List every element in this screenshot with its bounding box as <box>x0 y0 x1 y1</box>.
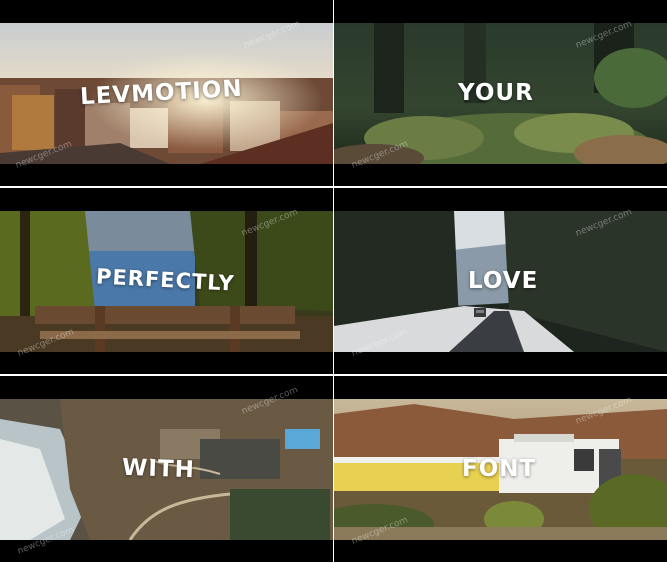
caption-love: LOVE <box>468 268 539 294</box>
caption-font: FONT <box>462 456 537 482</box>
panel-levmotion: LEVMOTION newcger.com newcger.com <box>0 0 333 186</box>
panel-love: LOVE newcger.com newcger.com <box>334 188 667 374</box>
panel-perfectly: PERFECTLY newcger.com newcger.com <box>0 188 333 374</box>
panel-with: WITH newcger.com newcger.com <box>0 376 333 562</box>
caption-with: WITH <box>121 454 196 484</box>
caption-your: YOUR <box>458 80 534 106</box>
panel-font: FONT newcger.com newcger.com <box>334 376 667 562</box>
panel-your: YOUR newcger.com newcger.com <box>334 0 667 186</box>
